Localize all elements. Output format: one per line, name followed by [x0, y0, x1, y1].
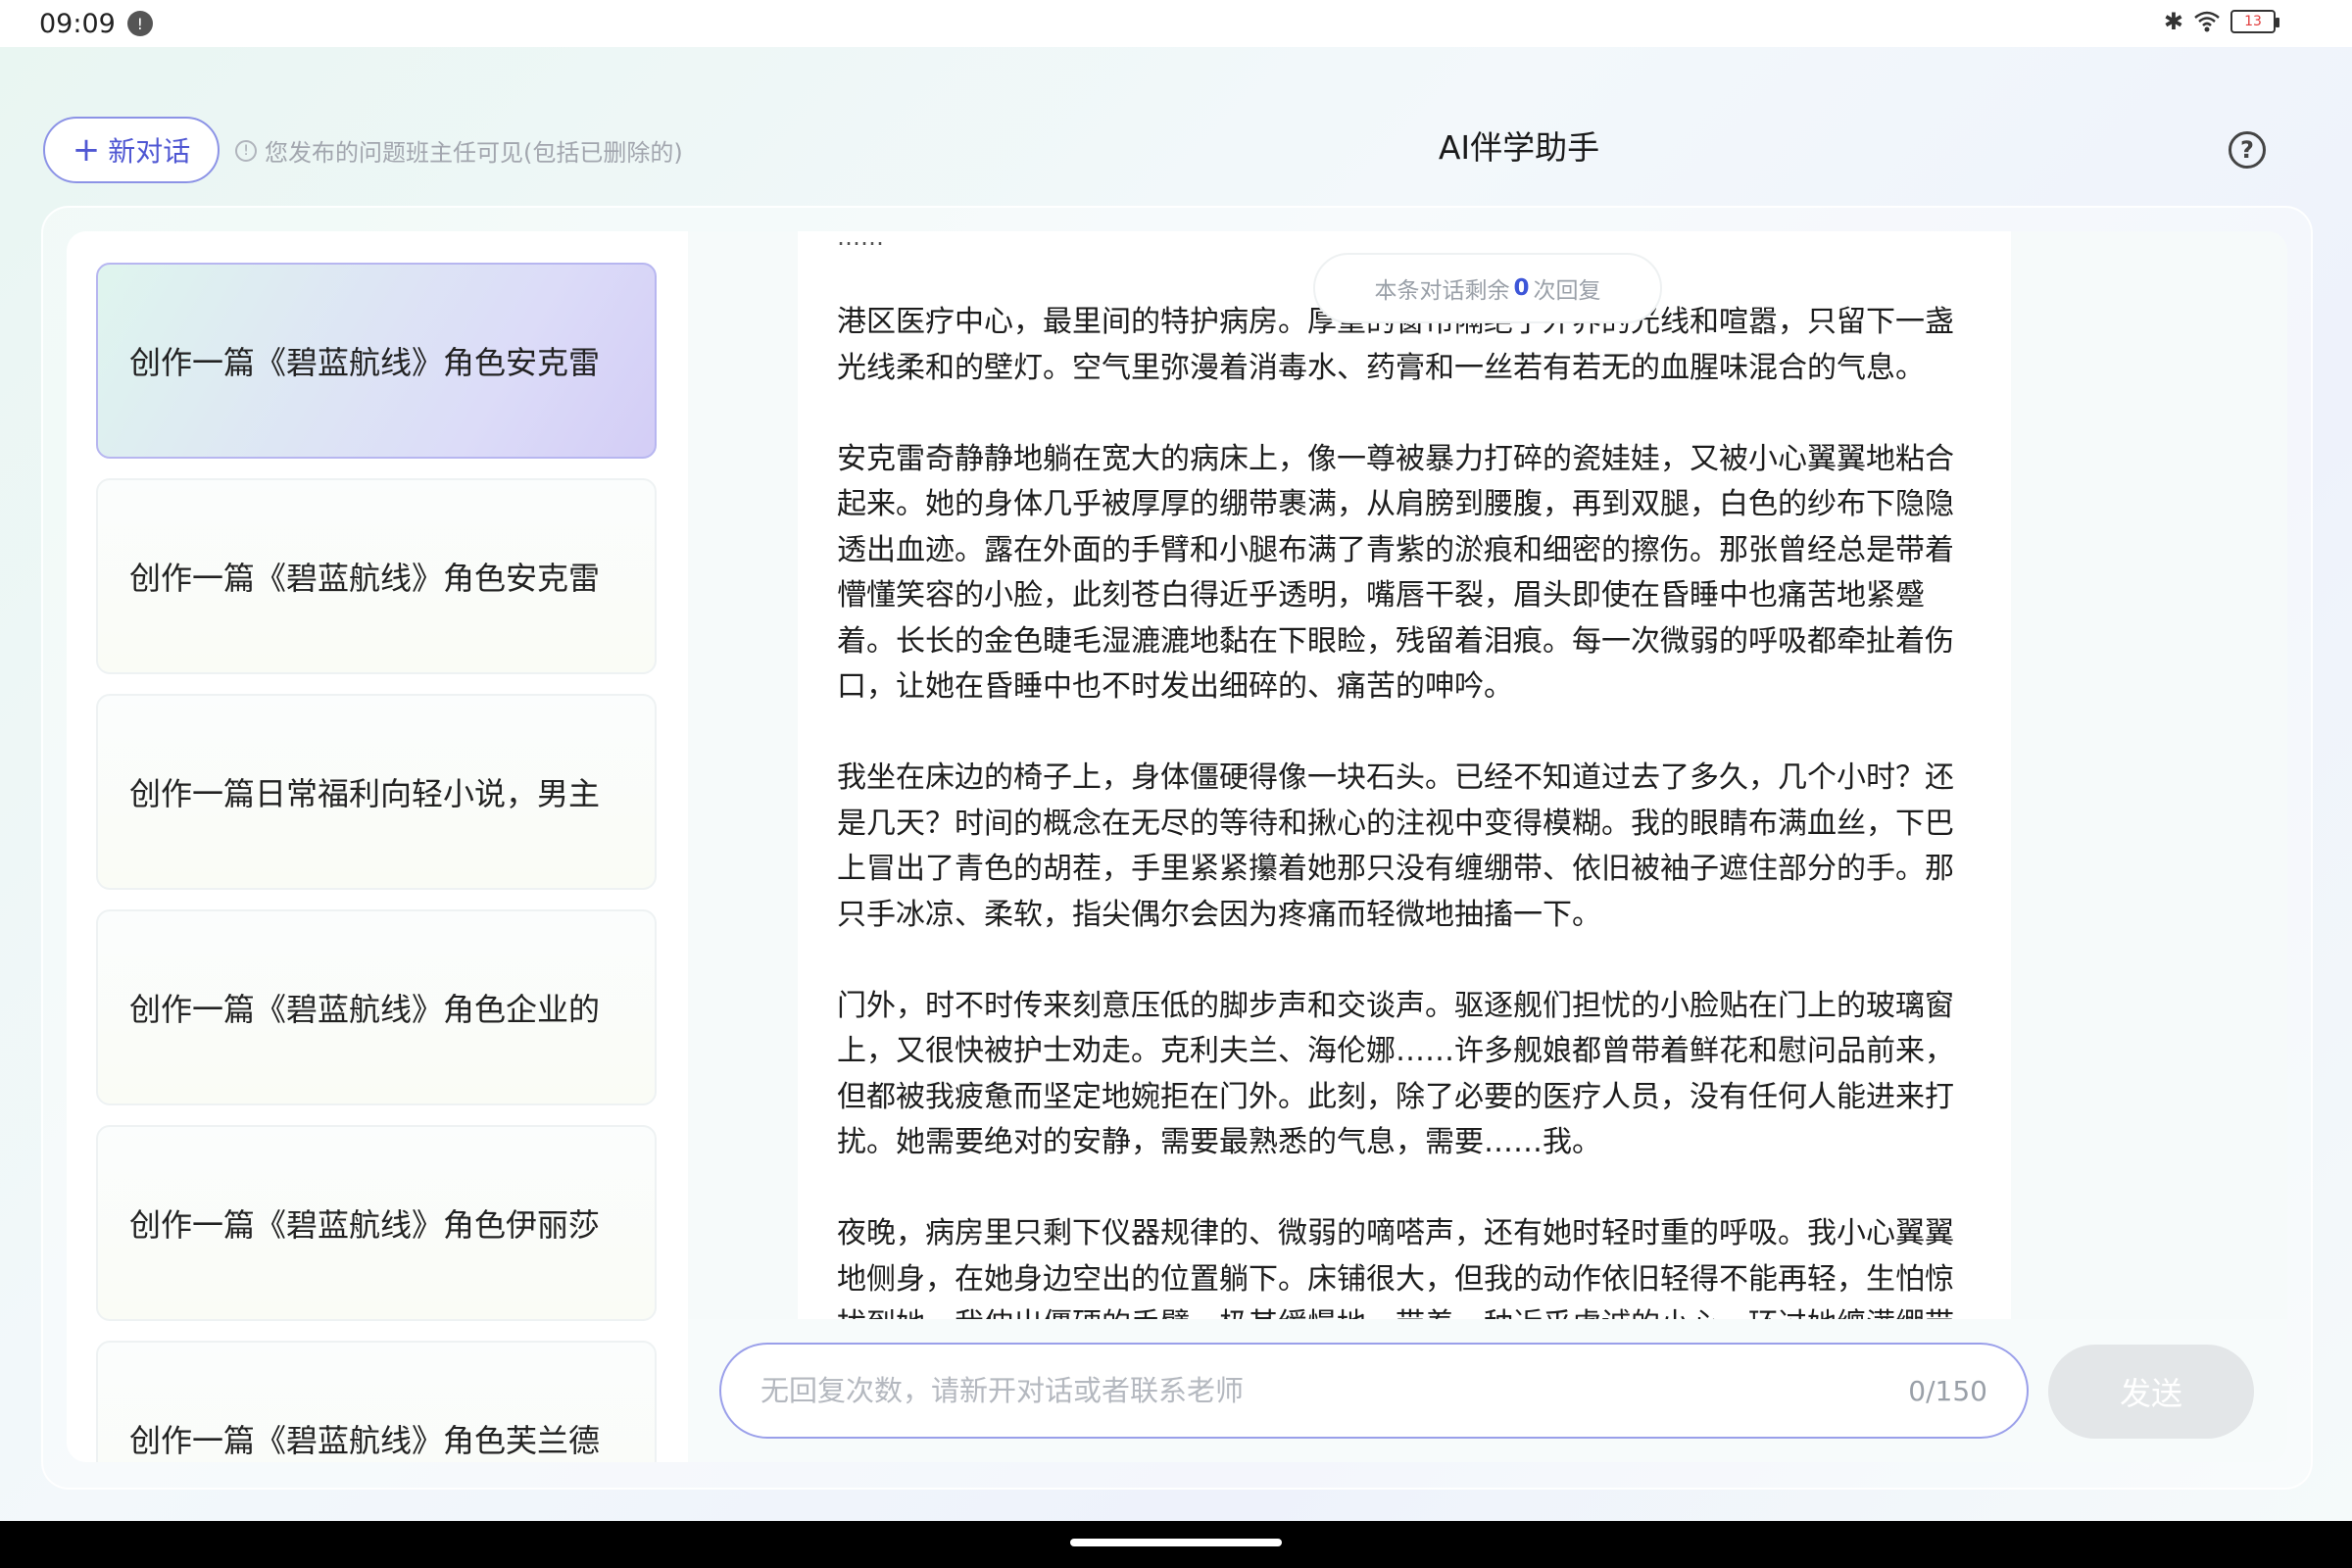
remaining-suffix: 次回复: [1533, 278, 1601, 304]
page-title: AI伴学助手: [1438, 128, 1600, 167]
message-paragraph: 夜晚，病房里只剩下仪器规律的、微弱的嘀嗒声，还有她时轻时重的呼吸。我小心翼翼地侧…: [837, 1216, 1954, 1319]
history-item-label: 创作一篇《碧蓝航线》角色安克雷: [129, 344, 601, 381]
help-icon[interactable]: ?: [2229, 131, 2266, 169]
bluetooth-icon: ✱: [2163, 8, 2183, 35]
history-item-label: 创作一篇《碧蓝航线》角色安克雷: [129, 560, 601, 597]
home-indicator[interactable]: [1070, 1539, 1282, 1546]
message-paragraph: 安克雷奇静静地躺在宽大的病床上，像一尊被暴力打碎的瓷娃娃，又被小心翼翼地粘合起来…: [837, 441, 1954, 705]
status-bar: 09:09 ! ✱ 13: [0, 0, 2352, 47]
history-item[interactable]: 创作一篇《碧蓝航线》角色伊丽莎: [96, 1125, 657, 1321]
status-icons: ✱ 13: [2163, 8, 2279, 35]
ai-message-bubble: …… 港区医疗中心，最里间的特护病房。厚重的窗帘隔绝了外界的光线和喧嚣，只留下一…: [798, 231, 2011, 1319]
visibility-notice: ! 您发布的问题班主任可见(包括已删除的): [235, 133, 683, 168]
remaining-replies-badge: 本条对话剩余 0 次回复: [1313, 253, 1662, 323]
battery-icon: 13: [2230, 10, 2279, 33]
new-chat-label: 新对话: [108, 135, 191, 168]
char-count: 0/150: [1908, 1374, 1987, 1407]
history-item[interactable]: 创作一篇《碧蓝航线》角色芙兰德: [96, 1341, 657, 1462]
notice-text: 您发布的问题班主任可见(包括已删除的): [265, 139, 683, 167]
history-item-label: 创作一篇日常福利向轻小说，男主: [129, 775, 601, 812]
message-input-wrapper: 0/150: [719, 1343, 2029, 1439]
message-paragraph: 我坐在床边的椅子上，身体僵硬得像一块石头。已经不知道过去了多久，几个小时？还是几…: [837, 760, 1954, 932]
notification-icon: !: [126, 11, 153, 36]
message-ellipsis: ……: [837, 231, 884, 251]
message-input[interactable]: [760, 1374, 1909, 1407]
history-item[interactable]: 创作一篇《碧蓝航线》角色企业的: [96, 909, 657, 1105]
history-item[interactable]: 创作一篇《碧蓝航线》角色安克雷: [96, 478, 657, 674]
history-item-label: 创作一篇《碧蓝航线》角色伊丽莎: [129, 1206, 601, 1244]
history-item[interactable]: 创作一篇日常福利向轻小说，男主: [96, 694, 657, 890]
wifi-icon: [2194, 11, 2220, 32]
history-item-label: 创作一篇《碧蓝航线》角色芙兰德: [129, 1422, 601, 1459]
history-item-label: 创作一篇《碧蓝航线》角色企业的: [129, 991, 601, 1028]
message-text: 港区医疗中心，最里间的特护病房。厚重的窗帘隔绝了外界的光线和喧嚣，只留下一盏光线…: [837, 300, 1974, 1319]
remaining-count: 0: [1513, 275, 1530, 301]
send-button[interactable]: 发送: [2048, 1345, 2254, 1439]
chat-history-sidebar: 创作一篇《碧蓝航线》角色安克雷 创作一篇《碧蓝航线》角色安克雷 创作一篇日常福利…: [67, 231, 688, 1462]
plus-icon: +: [72, 130, 101, 170]
remaining-prefix: 本条对话剩余: [1374, 278, 1510, 304]
info-icon: !: [235, 139, 257, 162]
status-time: 09:09: [39, 8, 116, 39]
new-chat-button[interactable]: + 新对话: [43, 117, 220, 183]
history-item[interactable]: 创作一篇《碧蓝航线》角色安克雷: [96, 263, 657, 459]
message-paragraph: 门外，时不时传来刻意压低的脚步声和交谈声。驱逐舰们担忧的小脸贴在门上的玻璃窗上，…: [837, 988, 1954, 1160]
